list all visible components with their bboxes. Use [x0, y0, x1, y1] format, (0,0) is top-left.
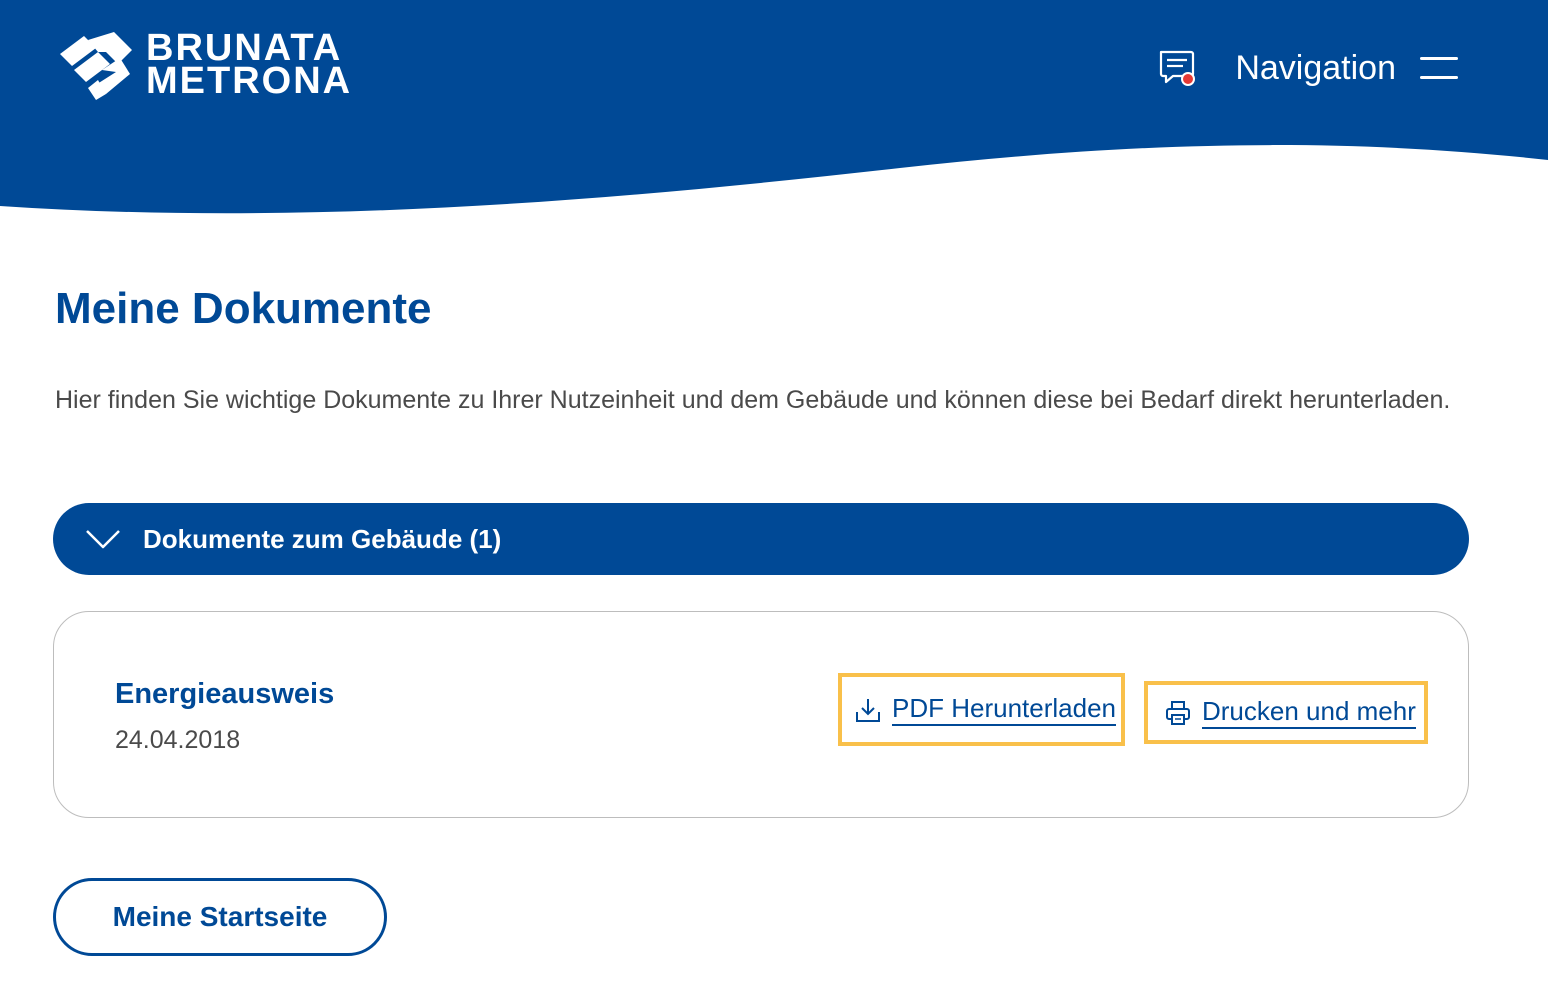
print-and-more-label: Drucken und mehr: [1202, 696, 1416, 729]
brand-logo[interactable]: BRUNATA METRONA: [58, 29, 353, 102]
chevron-down-icon: [86, 530, 120, 549]
top-navigation: Navigation: [1155, 46, 1458, 90]
accordion-building-documents[interactable]: Dokumente zum Gebäude (1): [53, 503, 1469, 575]
document-card: Energieausweis 24.04.2018 PDF Herunterla…: [53, 611, 1469, 818]
page-intro: Hier finden Sie wichtige Dokumente zu Ih…: [55, 386, 1451, 414]
download-icon: [856, 698, 880, 722]
home-page-label: Meine Startseite: [112, 901, 328, 932]
brand-logo-mark-icon: [60, 32, 132, 100]
message-notification-icon: [1160, 50, 1196, 86]
pdf-download-label: PDF Herunterladen: [892, 693, 1116, 726]
printer-icon: [1166, 700, 1190, 725]
accordion-label: Dokumente zum Gebäude (1): [143, 523, 502, 554]
brand-wordmark: BRUNATA METRONA: [146, 29, 353, 102]
document-name: Energieausweis: [115, 678, 335, 710]
home-page-button[interactable]: Meine Startseite: [53, 878, 387, 956]
page-title: Meine Dokumente: [55, 284, 432, 333]
navigation-label[interactable]: Navigation: [1235, 49, 1396, 88]
brand-line-2: METRONA: [146, 60, 353, 102]
pdf-download-button[interactable]: PDF Herunterladen: [838, 673, 1125, 746]
print-and-more-button[interactable]: Drucken und mehr: [1144, 681, 1428, 744]
messages-button[interactable]: [1155, 46, 1199, 90]
document-date: 24.04.2018: [115, 726, 241, 754]
hamburger-menu-icon[interactable]: [1420, 57, 1458, 79]
